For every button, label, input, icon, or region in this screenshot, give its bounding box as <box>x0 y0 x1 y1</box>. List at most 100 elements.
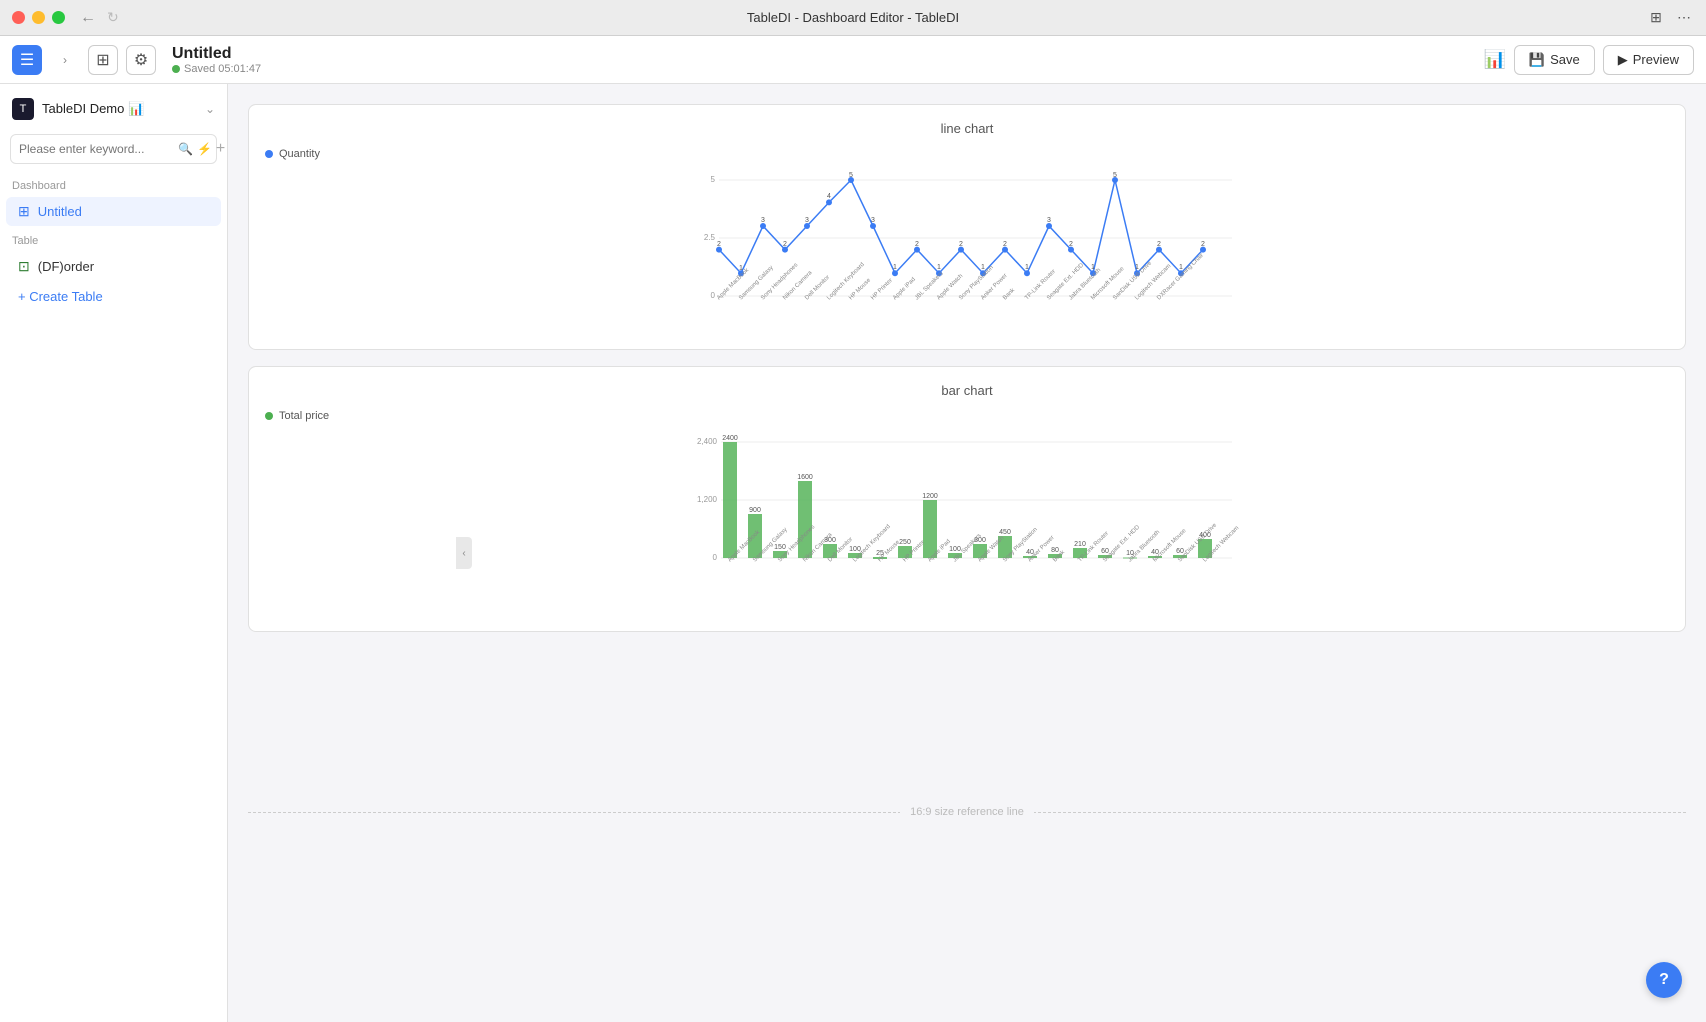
forward-button[interactable]: ↻ <box>107 9 119 26</box>
reference-label-wrapper: 16:9 size reference line <box>248 792 1686 832</box>
add-icon[interactable]: + <box>216 140 225 158</box>
svg-text:1600: 1600 <box>797 474 813 481</box>
svg-text:DXRacer Gaming Chair: DXRacer Gaming Chair <box>1156 253 1205 302</box>
bar-chart-container: bar chart Total price 2,400 1,200 0 <box>248 366 1686 632</box>
title-bar: ← ↻ TableDI - Dashboard Editor - TableDI… <box>0 0 1706 36</box>
window-controls: ← ↻ <box>12 9 119 27</box>
workspace-name: TableDI Demo 📊 <box>42 101 197 117</box>
workspace-item[interactable]: T TableDI Demo 📊 ⌄ <box>0 92 227 126</box>
sidebar-item-create-table[interactable]: + Create Table <box>6 283 221 310</box>
svg-text:150: 150 <box>774 544 786 551</box>
svg-text:0: 0 <box>713 553 718 562</box>
svg-text:3: 3 <box>871 217 875 224</box>
preview-label: Preview <box>1633 52 1679 67</box>
svg-text:2400: 2400 <box>722 435 738 442</box>
sidebar: T TableDI Demo 📊 ⌄ 🔍 ⚡ + Dashboard ⊞ Unt… <box>0 84 228 1022</box>
nav-chevron[interactable]: › <box>50 45 80 75</box>
svg-text:1: 1 <box>937 264 941 271</box>
svg-text:2: 2 <box>1003 241 1007 248</box>
save-button[interactable]: 💾 Save <box>1514 45 1595 75</box>
svg-text:2: 2 <box>959 241 963 248</box>
bar-chart-legend: Total price <box>265 410 1669 422</box>
svg-text:5: 5 <box>1113 172 1117 179</box>
table-icon: ⊡ <box>18 258 30 275</box>
dashboard-title: Untitled <box>172 45 1476 63</box>
svg-text:HP Printer: HP Printer <box>870 278 894 302</box>
svg-text:2: 2 <box>717 241 721 248</box>
svg-text:SanDisk USB Drive: SanDisk USB Drive <box>1112 260 1153 301</box>
search-bar: 🔍 ⚡ + <box>10 134 217 164</box>
svg-text:2.5: 2.5 <box>704 233 716 242</box>
chart-button[interactable]: 📊 <box>1484 49 1506 70</box>
svg-text:250: 250 <box>899 539 911 546</box>
main-layout: T TableDI Demo 📊 ⌄ 🔍 ⚡ + Dashboard ⊞ Unt… <box>0 84 1706 1022</box>
screen-icon[interactable]: ⊞ <box>1646 8 1666 28</box>
svg-text:4: 4 <box>827 193 831 200</box>
minimize-button[interactable] <box>32 11 45 24</box>
line-chart-container: line chart Quantity 5 2.5 0 <box>248 104 1686 350</box>
dashboard-icon: ⊞ <box>18 203 30 220</box>
bar-chart-title: bar chart <box>265 383 1669 398</box>
svg-text:2: 2 <box>783 241 787 248</box>
svg-text:0: 0 <box>711 291 716 300</box>
bar-legend-label: Total price <box>279 410 329 422</box>
create-table-label: + Create Table <box>18 289 103 304</box>
svg-text:3: 3 <box>805 217 809 224</box>
svg-text:5: 5 <box>849 172 853 179</box>
svg-text:2,400: 2,400 <box>697 437 718 446</box>
bar-chart-svg: 2,400 1,200 0 2400 900 150 <box>265 430 1669 610</box>
sidebar-collapse-button[interactable]: ‹ <box>456 537 472 569</box>
filter-icon[interactable]: ⚡ <box>197 142 212 156</box>
save-icon: 💾 <box>1529 52 1545 68</box>
workspace-chevron-icon: ⌄ <box>205 102 215 116</box>
svg-text:Logitech Keyboard: Logitech Keyboard <box>826 262 866 302</box>
svg-text:2: 2 <box>1069 241 1073 248</box>
sidebar-item-label-untitled: Untitled <box>38 204 209 219</box>
saved-text: Saved 05:01:47 <box>184 63 261 75</box>
svg-text:1: 1 <box>893 264 897 271</box>
svg-text:1: 1 <box>1025 264 1029 271</box>
close-button[interactable] <box>12 11 25 24</box>
line-chart-svg: 5 2.5 0 <box>265 168 1669 328</box>
nav-right-actions: 📊 💾 Save ▶ Preview <box>1484 45 1695 75</box>
nav-bar: ☰ › ⊞ ⚙ Untitled Saved 05:01:47 📊 💾 Save… <box>0 36 1706 84</box>
table-section-label: Table <box>0 227 227 251</box>
help-button[interactable]: ? <box>1646 962 1682 998</box>
search-icon: 🔍 <box>178 142 193 156</box>
search-input[interactable] <box>19 142 174 156</box>
svg-text:HP Mouse: HP Mouse <box>848 277 872 301</box>
svg-text:5: 5 <box>711 175 716 184</box>
svg-text:Apple iPad: Apple iPad <box>892 277 917 302</box>
more-icon[interactable]: ⋯ <box>1674 8 1694 28</box>
dashboard-section-label: Dashboard <box>0 172 227 196</box>
nav-title-area: Untitled Saved 05:01:47 <box>164 45 1476 75</box>
sidebar-item-dforder[interactable]: ⊡ (DF)order <box>6 252 221 281</box>
sidebar-item-untitled[interactable]: ⊞ Untitled <box>6 197 221 226</box>
saved-indicator <box>172 65 180 73</box>
svg-text:1200: 1200 <box>922 493 938 500</box>
svg-text:Bank: Bank <box>1002 287 1017 302</box>
content-area: line chart Quantity 5 2.5 0 <box>228 84 1706 1022</box>
line-legend-dot <box>265 150 273 158</box>
svg-text:2: 2 <box>915 241 919 248</box>
back-button[interactable]: ← <box>80 9 96 27</box>
svg-text:3: 3 <box>761 217 765 224</box>
window-title: TableDI - Dashboard Editor - TableDI <box>747 10 959 25</box>
svg-text:450: 450 <box>999 529 1011 536</box>
svg-text:2: 2 <box>1201 241 1205 248</box>
svg-text:2: 2 <box>1157 241 1161 248</box>
workspace-icon: T <box>12 98 34 120</box>
nav-grid-view[interactable]: ⊞ <box>88 45 118 75</box>
preview-button[interactable]: ▶ Preview <box>1603 45 1694 75</box>
nav-sidebar-toggle[interactable]: ☰ <box>12 45 42 75</box>
preview-icon: ▶ <box>1618 52 1628 68</box>
svg-text:900: 900 <box>749 507 761 514</box>
nav-settings[interactable]: ⚙ <box>126 45 156 75</box>
maximize-button[interactable] <box>52 11 65 24</box>
save-label: Save <box>1550 52 1580 67</box>
reference-line-area: 16:9 size reference line <box>248 792 1686 832</box>
line-chart-legend: Quantity <box>265 148 1669 160</box>
line-legend-label: Quantity <box>279 148 320 160</box>
svg-text:210: 210 <box>1074 541 1086 548</box>
reference-line-label: 16:9 size reference line <box>900 806 1034 818</box>
